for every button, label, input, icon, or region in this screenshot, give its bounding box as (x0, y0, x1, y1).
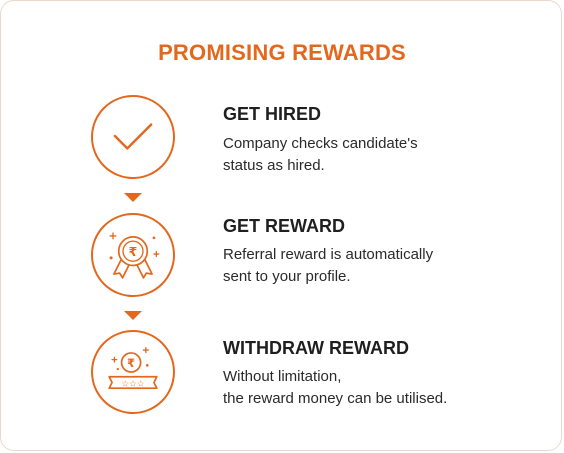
step-title-get-reward: GET REWARD (223, 216, 346, 236)
step-title-withdraw-reward: WITHDRAW REWARD (223, 338, 409, 358)
svg-text:☆☆☆: ☆☆☆ (121, 379, 144, 389)
reward-medal-icon: ₹ (91, 213, 175, 297)
step-desc-get-reward: Referral reward is automatically sent to… (223, 246, 434, 285)
step-desc-get-hired: Company checks candidate's status as hir… (223, 135, 418, 174)
withdraw-reward-icon: ₹ ☆☆☆ (91, 330, 175, 414)
svg-text:₹: ₹ (129, 245, 138, 259)
section-heading: PROMISING REWARDS (158, 40, 406, 65)
checkmark-icon (91, 95, 175, 179)
step-desc-withdraw-reward: Without limitation, the reward money can… (223, 368, 448, 407)
step-arrow-down-icon (124, 311, 142, 320)
svg-text:₹: ₹ (127, 356, 135, 370)
step-arrow-down-icon (124, 193, 142, 202)
step-title-get-hired: GET HIRED (223, 104, 322, 124)
